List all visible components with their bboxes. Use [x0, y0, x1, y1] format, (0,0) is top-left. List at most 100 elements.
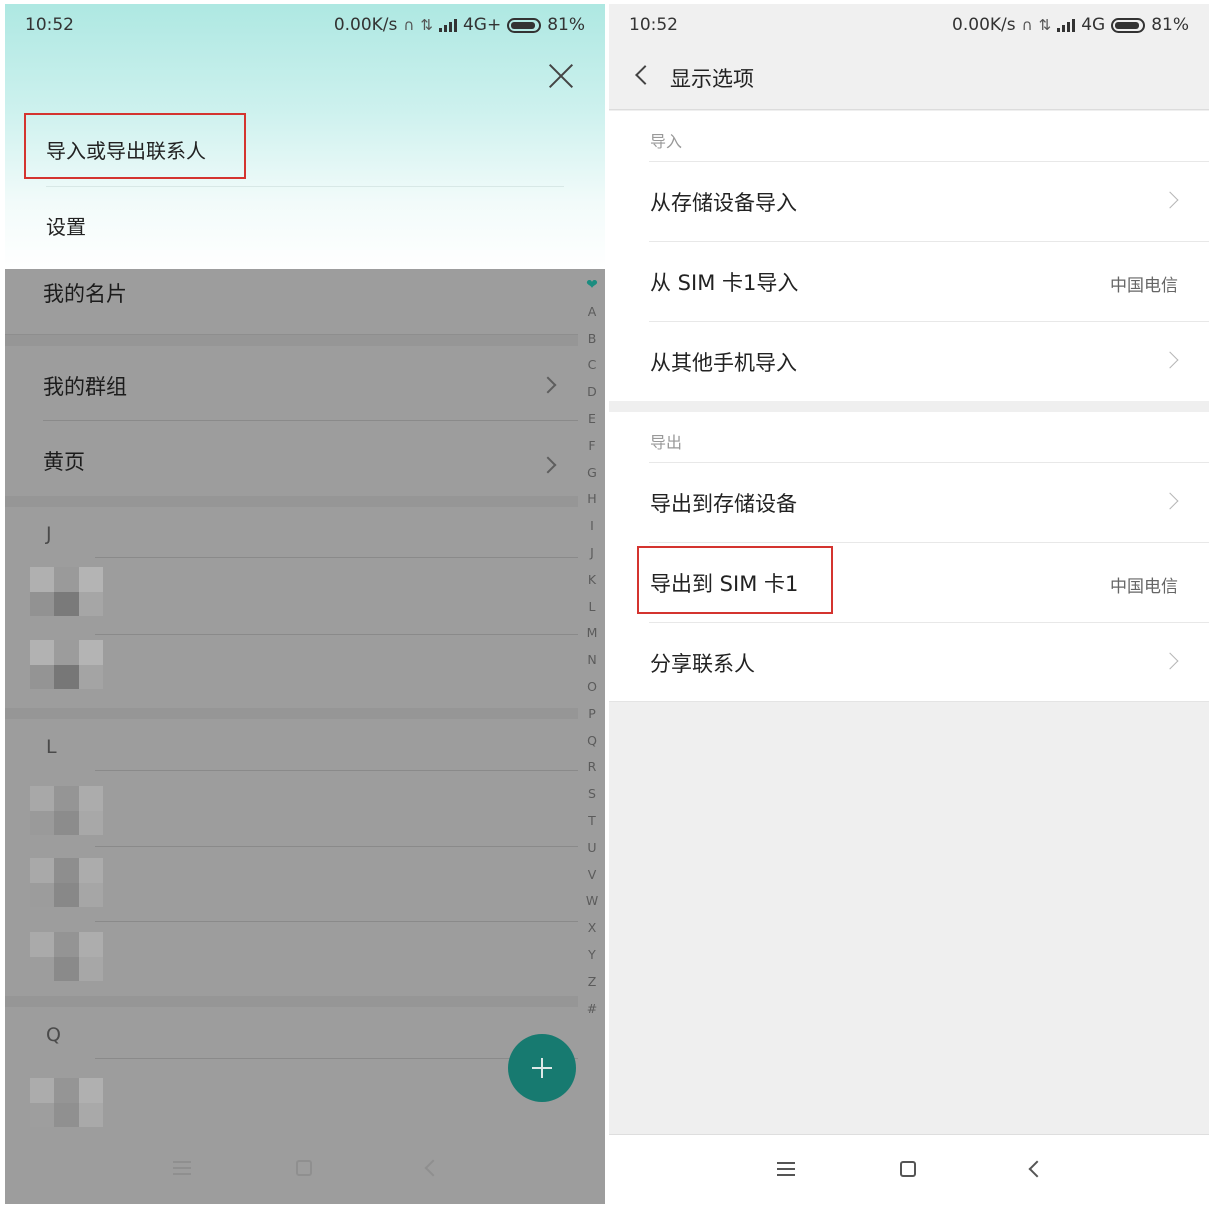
yellow-pages-item[interactable]: 黄页: [43, 446, 85, 476]
index-letter[interactable]: R: [585, 754, 599, 781]
section-header-l: L: [46, 736, 57, 758]
heart-icon[interactable]: ❤: [585, 272, 599, 299]
menu-icon[interactable]: [777, 1162, 795, 1176]
headphone-icon: ∩: [1021, 16, 1033, 34]
export-to-storage-row[interactable]: 导出到存储设备: [609, 462, 1209, 542]
index-letter[interactable]: L: [585, 594, 599, 621]
status-time: 10:52: [25, 15, 74, 35]
index-letter[interactable]: V: [585, 862, 599, 889]
contact-avatar-blurred[interactable]: [30, 640, 103, 689]
divider: [95, 634, 578, 635]
import-from-other-phone-row[interactable]: 从其他手机导入: [609, 321, 1209, 401]
close-icon[interactable]: [547, 62, 575, 90]
overflow-menu-popup: 10:52 0.00K/s ∩ ⇅ 4G+ 81% 导入或导出联系人 设置: [5, 4, 605, 269]
export-to-sim-row[interactable]: 导出到 SIM 卡1 中国电信: [609, 542, 1209, 622]
export-section-label: 导出: [650, 433, 683, 452]
contacts-screen: 我的名片 我的群组 黄页 J L Q ❤ A B C D E F G H I J…: [5, 4, 605, 1204]
divider: [649, 161, 1209, 162]
section-separator: [5, 335, 578, 346]
network-speed: 0.00K/s: [952, 15, 1016, 35]
my-groups-item[interactable]: 我的群组: [43, 371, 127, 401]
row-label: 分享联系人: [650, 652, 755, 676]
index-letter[interactable]: T: [585, 808, 599, 835]
index-letter[interactable]: U: [585, 835, 599, 862]
index-letter[interactable]: F: [585, 433, 599, 460]
status-indicators: 0.00K/s ∩ ⇅ 4G 81%: [952, 15, 1189, 35]
contact-avatar-blurred[interactable]: [30, 786, 103, 835]
status-bar: 10:52 0.00K/s ∩ ⇅ 4G+ 81%: [5, 4, 605, 46]
back-icon[interactable]: [635, 65, 655, 85]
battery-percent: 81%: [1151, 15, 1189, 35]
back-icon[interactable]: [424, 1159, 442, 1177]
contact-avatar-blurred[interactable]: [30, 1078, 103, 1127]
import-export-contacts-item[interactable]: 导入或导出联系人: [46, 135, 206, 164]
index-letter[interactable]: I: [585, 513, 599, 540]
index-letter[interactable]: M: [585, 620, 599, 647]
contact-avatar-blurred[interactable]: [30, 567, 103, 616]
index-letter[interactable]: Q: [585, 728, 599, 755]
divider: [95, 1058, 578, 1059]
chevron-right-icon: [539, 376, 557, 394]
chevron-right-icon: [1161, 351, 1179, 369]
index-letter[interactable]: E: [585, 406, 599, 433]
my-card-item[interactable]: 我的名片: [43, 278, 127, 308]
share-contacts-row[interactable]: 分享联系人: [609, 622, 1209, 702]
row-label: 从 SIM 卡1导入: [650, 271, 799, 295]
index-letter[interactable]: B: [585, 326, 599, 353]
headphone-icon: ∩: [403, 16, 415, 34]
row-label: 从其他手机导入: [650, 351, 797, 375]
index-letter[interactable]: Y: [585, 942, 599, 969]
data-transfer-icon: ⇅: [1038, 16, 1052, 34]
divider: [95, 921, 578, 922]
carrier-value: 中国电信: [1110, 577, 1178, 597]
section-separator: [5, 996, 578, 1007]
menu-icon[interactable]: [173, 1161, 191, 1175]
home-icon[interactable]: [296, 1160, 312, 1176]
index-letter[interactable]: W: [585, 888, 599, 915]
navigation-bar: [5, 1134, 605, 1204]
divider: [95, 557, 578, 558]
contact-avatar-blurred[interactable]: [30, 858, 103, 907]
index-letter[interactable]: J: [585, 540, 599, 567]
import-section: 导入 从存储设备导入 从 SIM 卡1导入 中国电信 从其他手机导入: [609, 111, 1209, 401]
divider: [95, 846, 578, 847]
import-from-sim-row[interactable]: 从 SIM 卡1导入 中国电信: [609, 241, 1209, 321]
carrier-value: 中国电信: [1110, 276, 1178, 296]
index-letter[interactable]: A: [585, 299, 599, 326]
index-letter[interactable]: H: [585, 486, 599, 513]
index-letter[interactable]: P: [585, 701, 599, 728]
index-letter[interactable]: X: [585, 915, 599, 942]
section-separator: [5, 496, 578, 507]
chevron-right-icon: [1161, 492, 1179, 510]
export-section: 导出 导出到存储设备 导出到 SIM 卡1 中国电信 分享联系人: [609, 412, 1209, 702]
index-letter[interactable]: Z: [585, 969, 599, 996]
index-letter[interactable]: N: [585, 647, 599, 674]
battery-icon: [507, 17, 542, 33]
index-letter[interactable]: G: [585, 460, 599, 487]
navigation-bar: [609, 1134, 1209, 1204]
import-section-label: 导入: [650, 132, 683, 151]
index-letter[interactable]: C: [585, 352, 599, 379]
divider: [649, 462, 1209, 463]
home-icon[interactable]: [900, 1161, 916, 1177]
status-bar: 10:52 0.00K/s ∩ ⇅ 4G 81%: [609, 4, 1209, 46]
index-letter[interactable]: K: [585, 567, 599, 594]
alphabet-index[interactable]: ❤ A B C D E F G H I J K L M N O P Q R S …: [585, 272, 599, 1022]
divider: [649, 542, 1209, 543]
import-from-storage-row[interactable]: 从存储设备导入: [609, 161, 1209, 241]
data-transfer-icon: ⇅: [420, 16, 433, 34]
index-letter[interactable]: #: [585, 996, 599, 1023]
contact-avatar-blurred[interactable]: [30, 932, 103, 981]
settings-item[interactable]: 设置: [46, 211, 86, 240]
highlight-annotation: [637, 546, 833, 614]
row-label: 导出到存储设备: [650, 492, 797, 516]
index-letter[interactable]: S: [585, 781, 599, 808]
row-label: 从存储设备导入: [650, 191, 797, 215]
add-contact-button[interactable]: [508, 1034, 576, 1102]
index-letter[interactable]: D: [585, 379, 599, 406]
index-letter[interactable]: O: [585, 674, 599, 701]
divider: [649, 241, 1209, 242]
battery-icon: [1111, 17, 1146, 33]
back-icon[interactable]: [1028, 1160, 1046, 1178]
divider: [46, 186, 564, 187]
